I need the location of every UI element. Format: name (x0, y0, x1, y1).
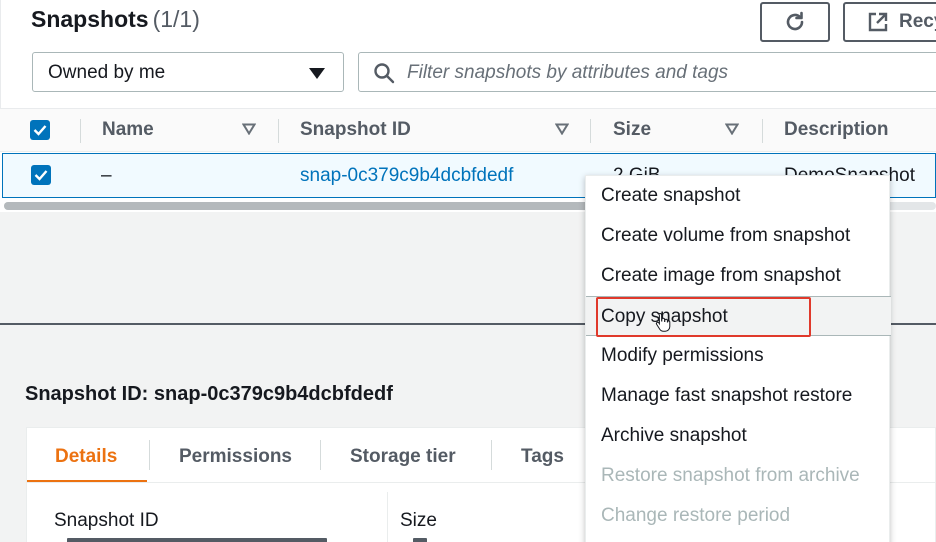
field-label-snapshot-id: Snapshot ID (54, 510, 159, 531)
menu-item-create-image[interactable]: Create image from snapshot (586, 256, 891, 296)
menu-item-archive-snapshot[interactable]: Archive snapshot (586, 416, 891, 456)
annotation-highlight-box (596, 297, 811, 337)
tab-permissions[interactable]: Permissions (179, 446, 292, 468)
tab-separator (149, 440, 150, 470)
refresh-icon (786, 11, 804, 31)
page-title: Snapshots (1/1) (31, 6, 200, 33)
column-separator (590, 119, 591, 143)
column-header-size[interactable]: Size (613, 119, 651, 141)
tab-details[interactable]: Details (55, 446, 117, 468)
row-checkbox[interactable] (31, 165, 51, 185)
tab-separator (320, 440, 321, 470)
table-header: Name Snapshot ID Size Description (0, 108, 936, 152)
column-separator (80, 119, 81, 143)
details-title: Snapshot ID: snap-0c379c9b4dcbfdedf (25, 383, 393, 405)
column-header-description[interactable]: Description (784, 119, 889, 141)
search-placeholder: Filter snapshots by attributes and tags (407, 62, 729, 83)
sort-caret-icon[interactable] (725, 123, 739, 135)
snapshot-count: (1/1) (152, 6, 200, 32)
snapshots-header: Snapshots(1/1) Recy Owned by me Filter s… (0, 0, 936, 108)
menu-item-change-restore-period: Change restore period (601, 505, 791, 526)
caret-down-icon (309, 68, 325, 79)
page-title-text: Snapshots (31, 6, 149, 32)
column-header-name[interactable]: Name (102, 119, 154, 141)
menu-item-create-snapshot[interactable]: Create snapshot (586, 176, 891, 216)
search-icon (374, 63, 395, 84)
scrollbar-thumb[interactable] (4, 202, 604, 210)
external-link-icon (868, 12, 888, 32)
menu-item-restore-from-archive: Restore snapshot from archive (601, 465, 860, 486)
field-value-size (413, 538, 427, 542)
actions-context-menu: Create snapshot Create volume from snaps… (585, 175, 891, 542)
sort-caret-icon[interactable] (555, 123, 569, 135)
row-snapshot-id-link[interactable]: snap-0c379c9b4dcbfdedf (300, 165, 513, 187)
column-separator (762, 119, 763, 143)
tab-storage-tier[interactable]: Storage tier (350, 446, 456, 468)
menu-item-manage-fast-restore[interactable]: Manage fast snapshot restore (586, 376, 891, 416)
search-input[interactable]: Filter snapshots by attributes and tags (358, 52, 936, 92)
checkmark-icon (33, 125, 47, 136)
sort-caret-icon[interactable] (242, 123, 256, 135)
select-all-checkbox[interactable] (30, 120, 50, 140)
hand-pointer-cursor-icon (655, 312, 671, 332)
tab-tags[interactable]: Tags (521, 446, 564, 468)
column-separator (278, 119, 279, 143)
row-name: – (101, 165, 112, 186)
field-label-size: Size (400, 510, 437, 531)
tab-separator (491, 440, 492, 470)
recycle-bin-label: Recy (899, 11, 936, 32)
menu-item-create-volume[interactable]: Create volume from snapshot (586, 216, 891, 256)
field-separator (387, 492, 388, 542)
menu-item-modify-permissions[interactable]: Modify permissions (586, 336, 891, 376)
recycle-bin-button[interactable]: Recy (843, 2, 936, 42)
checkmark-icon (34, 170, 48, 181)
field-value-snapshot-id (67, 538, 327, 542)
refresh-button[interactable] (760, 2, 830, 42)
column-header-snapshot-id[interactable]: Snapshot ID (300, 119, 411, 141)
owner-filter-value: Owned by me (48, 62, 166, 83)
owner-filter-select[interactable]: Owned by me (32, 52, 344, 92)
